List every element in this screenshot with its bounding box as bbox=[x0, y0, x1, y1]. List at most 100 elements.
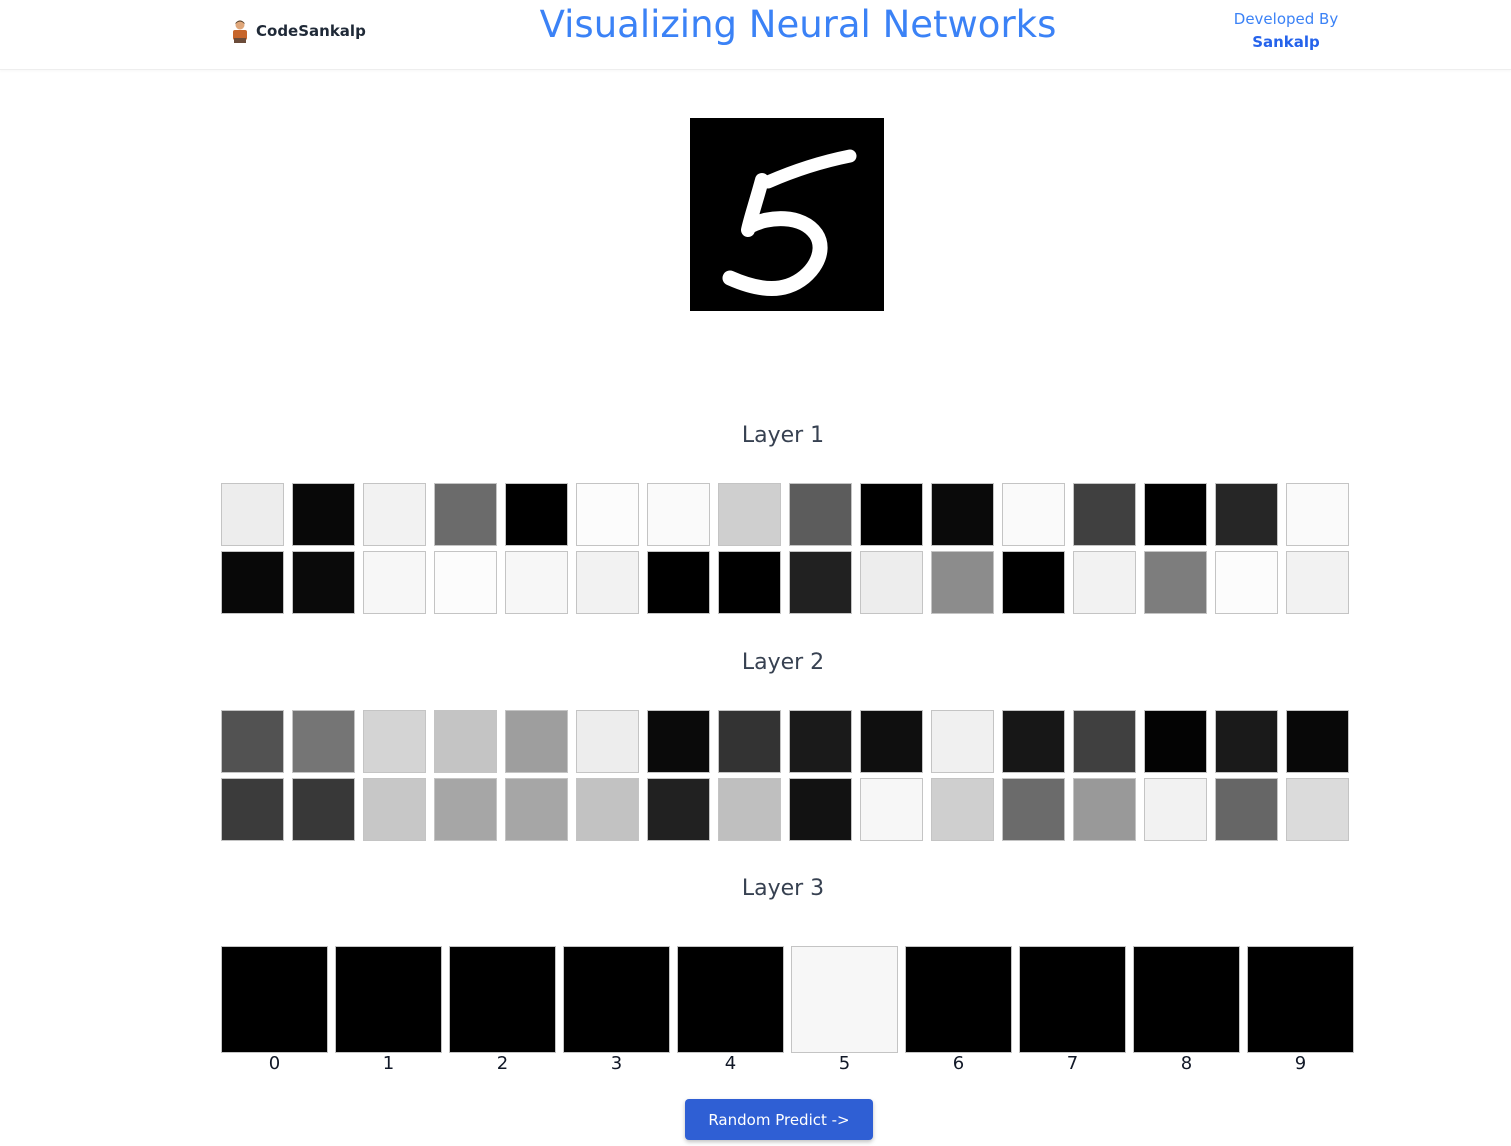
output-neuron-label: 5 bbox=[838, 1053, 851, 1074]
developer-name-link[interactable]: Sankalp bbox=[1206, 31, 1366, 54]
layer-2-neuron-cell bbox=[434, 710, 497, 773]
layer-2-neuron-cell bbox=[931, 778, 994, 841]
output-neuron: 5 bbox=[791, 946, 898, 1075]
layer-2-neuron-cell bbox=[363, 710, 426, 773]
output-neuron-cell bbox=[221, 946, 328, 1053]
layer-1-neuron-cell bbox=[789, 551, 852, 614]
layer-1-neuron-cell bbox=[860, 483, 923, 546]
layer-1-neuron-cell bbox=[1073, 551, 1136, 614]
layer-1-neuron-cell bbox=[292, 551, 355, 614]
layer-1-neuron-cell bbox=[1002, 483, 1065, 546]
output-layer-row: 0 1 2 3 4 5 6 7 8 9 bbox=[221, 946, 1354, 1075]
layer-1-title: Layer 1 bbox=[741, 423, 825, 448]
layer-1-neuron-cell bbox=[505, 551, 568, 614]
top-navbar: CodeSankalp Visualizing Neural Networks … bbox=[0, 0, 1511, 70]
layer-1-neuron-cell bbox=[576, 483, 639, 546]
layer-2-neuron-cell bbox=[647, 778, 710, 841]
layer-1-neuron-cell bbox=[1215, 551, 1278, 614]
output-neuron: 9 bbox=[1247, 946, 1354, 1075]
layer-1-activation-grid bbox=[221, 483, 1349, 614]
layer-1-neuron-cell bbox=[1144, 483, 1207, 546]
layer-2-neuron-cell bbox=[1286, 778, 1349, 841]
output-neuron-cell bbox=[563, 946, 670, 1053]
layer-1-neuron-cell bbox=[1215, 483, 1278, 546]
layer-2-neuron-cell bbox=[860, 778, 923, 841]
layer-2-neuron-cell bbox=[718, 778, 781, 841]
layer-1-neuron-cell bbox=[931, 483, 994, 546]
layer-2-neuron-cell bbox=[789, 778, 852, 841]
layer-1-neuron-cell bbox=[860, 551, 923, 614]
output-neuron-label: 4 bbox=[724, 1053, 737, 1074]
layer-2-neuron-cell bbox=[1215, 778, 1278, 841]
layer-1-neuron-cell bbox=[434, 483, 497, 546]
output-neuron: 1 bbox=[335, 946, 442, 1075]
layer-2-neuron-cell bbox=[363, 778, 426, 841]
layer-2-activation-grid bbox=[221, 710, 1349, 841]
layer-2-neuron-cell bbox=[221, 778, 284, 841]
output-neuron: 7 bbox=[1019, 946, 1126, 1075]
output-neuron-label: 1 bbox=[382, 1053, 395, 1074]
layer-2-neuron-cell bbox=[1286, 710, 1349, 773]
output-neuron-cell bbox=[791, 946, 898, 1053]
layer-1-neuron-cell bbox=[789, 483, 852, 546]
output-neuron-cell bbox=[1133, 946, 1240, 1053]
output-neuron-label: 2 bbox=[496, 1053, 509, 1074]
layer-1-neuron-cell bbox=[221, 483, 284, 546]
layer-2-neuron-cell bbox=[931, 710, 994, 773]
layer-2-neuron-cell bbox=[505, 710, 568, 773]
output-neuron-cell bbox=[677, 946, 784, 1053]
developer-credit: Developed By Sankalp bbox=[1206, 8, 1366, 54]
layer-2-neuron-cell bbox=[1073, 710, 1136, 773]
output-neuron-label: 9 bbox=[1294, 1053, 1307, 1074]
output-neuron-label: 3 bbox=[610, 1053, 623, 1074]
output-neuron-cell bbox=[335, 946, 442, 1053]
output-neuron: 4 bbox=[677, 946, 784, 1075]
layer-2-neuron-cell bbox=[789, 710, 852, 773]
output-neuron-label: 8 bbox=[1180, 1053, 1193, 1074]
layer-1-neuron-cell bbox=[576, 551, 639, 614]
layer-1-neuron-cell bbox=[931, 551, 994, 614]
layer-2-neuron-cell bbox=[1144, 710, 1207, 773]
layer-2-neuron-cell bbox=[292, 778, 355, 841]
layer-2-neuron-cell bbox=[1215, 710, 1278, 773]
layer-1-neuron-cell bbox=[434, 551, 497, 614]
output-neuron-label: 6 bbox=[952, 1053, 965, 1074]
layer-2-neuron-cell bbox=[221, 710, 284, 773]
output-neuron-cell bbox=[905, 946, 1012, 1053]
output-neuron-label: 7 bbox=[1066, 1053, 1079, 1074]
output-neuron-label: 0 bbox=[268, 1053, 281, 1074]
layer-1-neuron-cell bbox=[363, 483, 426, 546]
layer-1-neuron-cell bbox=[292, 483, 355, 546]
layer-1-neuron-cell bbox=[363, 551, 426, 614]
layer-2-neuron-cell bbox=[647, 710, 710, 773]
layer-1-neuron-cell bbox=[1002, 551, 1065, 614]
layer-2-neuron-cell bbox=[860, 710, 923, 773]
layer-1-neuron-cell bbox=[647, 551, 710, 614]
developer-label: Developed By bbox=[1233, 10, 1339, 28]
layer-1-neuron-cell bbox=[221, 551, 284, 614]
layer-2-neuron-cell bbox=[576, 778, 639, 841]
layer-2-neuron-cell bbox=[1073, 778, 1136, 841]
output-neuron-cell bbox=[1247, 946, 1354, 1053]
layer-2-neuron-cell bbox=[1002, 778, 1065, 841]
layer-1-neuron-cell bbox=[1073, 483, 1136, 546]
output-neuron-cell bbox=[1019, 946, 1126, 1053]
layer-1-neuron-cell bbox=[718, 551, 781, 614]
output-neuron: 8 bbox=[1133, 946, 1240, 1075]
layer-1-neuron-cell bbox=[1286, 483, 1349, 546]
layer-2-neuron-cell bbox=[505, 778, 568, 841]
layer-1-neuron-cell bbox=[505, 483, 568, 546]
random-predict-button[interactable]: Random Predict -> bbox=[685, 1099, 873, 1140]
layer-2-neuron-cell bbox=[576, 710, 639, 773]
handwritten-digit-image bbox=[690, 118, 884, 311]
output-neuron-cell bbox=[449, 946, 556, 1053]
layer-1-neuron-cell bbox=[1286, 551, 1349, 614]
output-neuron: 2 bbox=[449, 946, 556, 1075]
layer-2-neuron-cell bbox=[1144, 778, 1207, 841]
layer-1-neuron-cell bbox=[647, 483, 710, 546]
output-neuron: 6 bbox=[905, 946, 1012, 1075]
layer-2-neuron-cell bbox=[434, 778, 497, 841]
input-digit-image bbox=[690, 118, 884, 311]
output-neuron: 0 bbox=[221, 946, 328, 1075]
layer-3-title: Layer 3 bbox=[741, 876, 825, 901]
